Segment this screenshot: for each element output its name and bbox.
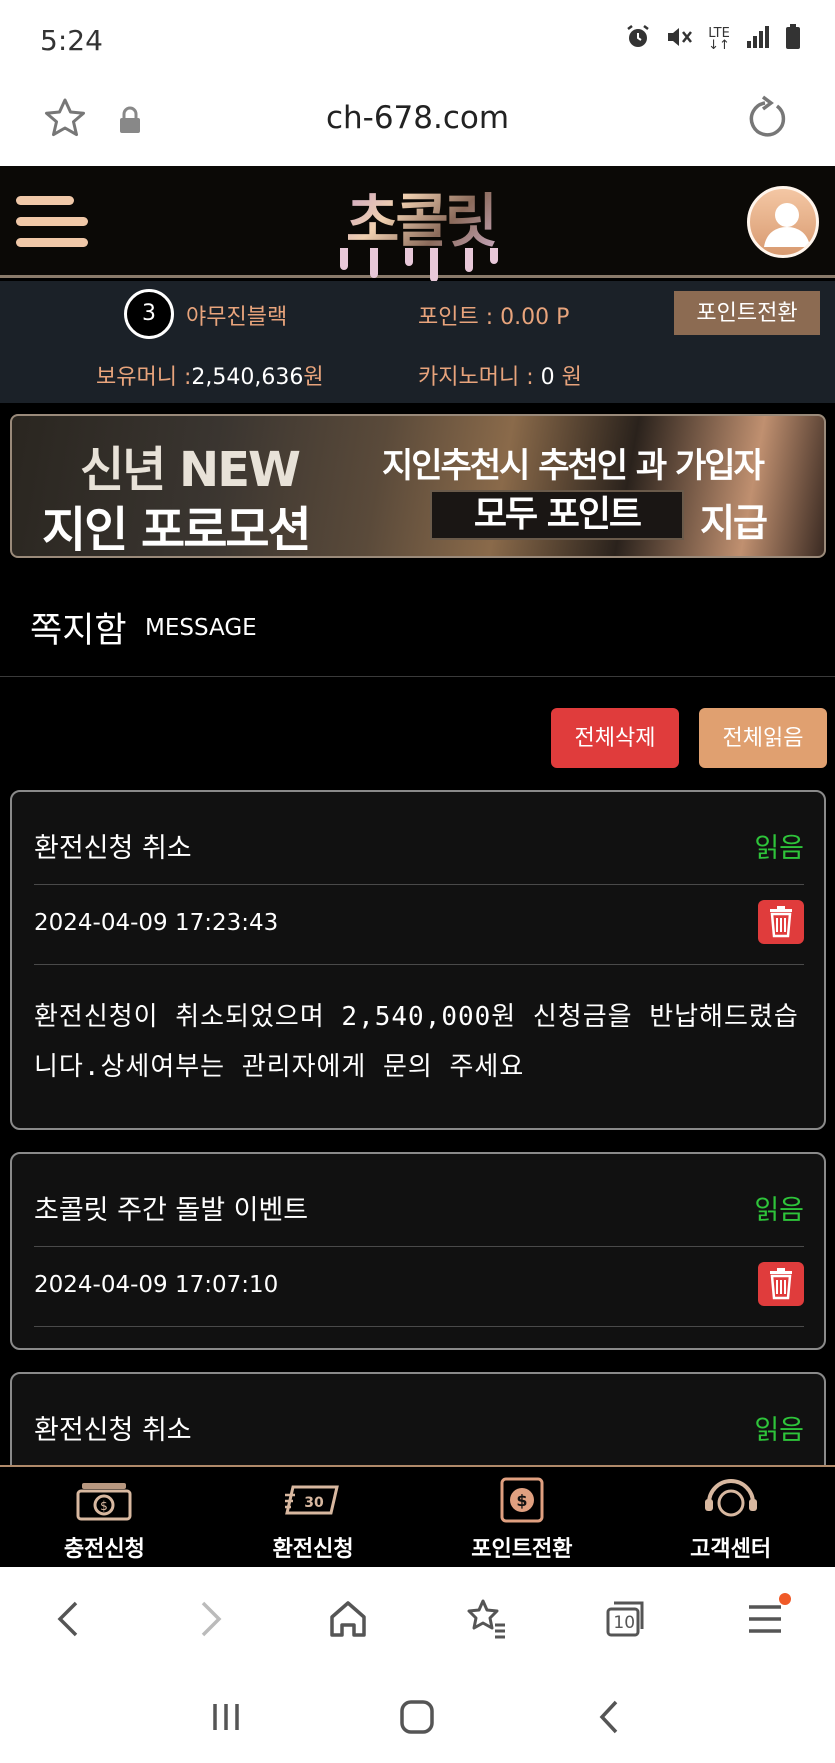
status-bar: 5:24 LTE ↓↑ — [0, 0, 835, 80]
message-read-status: 읽음 — [754, 1195, 804, 1226]
system-nav — [0, 1671, 835, 1763]
cash-stack-icon: $ — [76, 1483, 132, 1521]
signal-icon — [745, 25, 771, 55]
message-read-status: 읽음 — [754, 1415, 804, 1446]
user-level-badge: 3 — [124, 289, 174, 339]
lte-icon: LTE ↓↑ — [708, 26, 730, 53]
recent-apps-icon[interactable] — [201, 1692, 251, 1742]
forward-icon[interactable] — [179, 1589, 239, 1649]
reload-icon[interactable] — [741, 94, 791, 144]
trash-icon — [770, 1268, 792, 1300]
user-name: 야무진블랙 — [186, 305, 288, 330]
divider — [34, 1326, 804, 1327]
nav-customer-center[interactable]: 고객센터 — [626, 1467, 835, 1567]
divider — [0, 676, 835, 677]
back-icon[interactable] — [40, 1589, 100, 1649]
casino-money-display: 카지노머니 : 0 원 — [418, 359, 582, 391]
svg-text:30: 30 — [304, 1495, 324, 1511]
tab-count: 10 — [613, 1613, 636, 1633]
user-info-bar: 3 야무진블랙 포인트 : 0.00 P 포인트전환 보유머니 :2,540,6… — [0, 281, 835, 403]
battery-icon — [785, 24, 801, 56]
banner-line2: 지인 포로모션 — [42, 502, 312, 558]
site-header: 초콜릿 — [0, 166, 835, 282]
browser-menu-icon[interactable] — [735, 1589, 795, 1649]
nav-label: 환전신청 — [272, 1537, 354, 1562]
home-icon[interactable] — [318, 1589, 378, 1649]
browser-url-bar: ch-678.com — [0, 80, 835, 166]
alarm-icon — [625, 24, 651, 56]
nav-label: 고객센터 — [690, 1537, 772, 1562]
nav-deposit-request[interactable]: $ 충전신청 — [0, 1467, 209, 1567]
points-label: 포인트 : — [418, 305, 501, 330]
message-date: 2024-04-09 17:07:10 — [34, 1272, 279, 1298]
message-body: 환전신청이 취소되었으며 2,540,000원 신청금을 반납해드렸습니다.상세… — [34, 1002, 799, 1082]
casino-value: 0 — [540, 365, 555, 390]
message-title[interactable]: 초콜릿 주간 돌발 이벤트 — [34, 1188, 308, 1227]
bookmarks-icon[interactable] — [457, 1589, 517, 1649]
status-time: 5:24 — [40, 24, 103, 57]
browser-toolbar: 10 — [0, 1567, 835, 1671]
nav-point-convert[interactable]: $ 포인트전환 — [418, 1467, 627, 1567]
money-label: 보유머니 : — [96, 365, 192, 390]
user-avatar-icon[interactable] — [747, 186, 819, 258]
points-value: 0.00 P — [500, 305, 570, 330]
casino-unit: 원 — [554, 365, 582, 390]
status-icons: LTE ↓↑ — [625, 24, 801, 56]
money-value: 2,540,636 — [191, 365, 304, 390]
home-button-icon[interactable] — [392, 1692, 442, 1742]
lock-icon — [118, 106, 142, 134]
mute-icon — [665, 24, 693, 56]
page-subtitle: MESSAGE — [145, 615, 257, 641]
banner-right2: 모두 포인트 — [430, 490, 684, 540]
delete-message-button[interactable] — [758, 900, 804, 944]
divider — [34, 1246, 804, 1247]
divider — [34, 884, 804, 885]
system-back-icon[interactable] — [584, 1692, 634, 1742]
money-display: 보유머니 :2,540,636원 — [96, 359, 324, 391]
nav-label: 충전신청 — [63, 1537, 145, 1562]
message-title[interactable]: 환전신청 취소 — [34, 826, 192, 865]
point-convert-button[interactable]: 포인트전환 — [674, 291, 820, 335]
svg-text:$: $ — [516, 1491, 527, 1510]
message-title[interactable]: 환전신청 취소 — [34, 1408, 192, 1447]
banner-right3: 지급 — [700, 501, 768, 545]
message-card[interactable]: 초콜릿 주간 돌발 이벤트 읽음 2024-04-09 17:07:10 — [10, 1152, 826, 1350]
cash-exchange-icon: 30 — [285, 1485, 340, 1515]
message-read-status: 읽음 — [754, 833, 804, 864]
site-bottom-nav: $ 충전신청 30 환전신청 $ 포인트전환 고객센터 — [0, 1465, 835, 1567]
message-date: 2024-04-09 17:23:43 — [34, 910, 279, 936]
promo-banner[interactable]: 신년 NEW 지인 포로모션 지인추천시 추천인 과 가입자 모두 포인트 지급 — [10, 414, 826, 558]
menu-icon[interactable] — [16, 196, 88, 250]
points-display: 포인트 : 0.00 P — [418, 299, 569, 331]
delete-message-button[interactable] — [758, 1262, 804, 1306]
nav-withdraw-request[interactable]: 30 환전신청 — [209, 1467, 418, 1567]
casino-label: 카지노머니 : — [418, 365, 541, 390]
banner-right1: 지인추천시 추천인 과 가입자 — [382, 446, 765, 486]
divider — [34, 964, 804, 965]
bookmark-star-icon[interactable] — [42, 96, 88, 142]
nav-label: 포인트전환 — [471, 1537, 573, 1562]
money-unit: 원 — [303, 365, 324, 390]
trash-icon — [770, 906, 792, 938]
message-card[interactable]: 환전신청 취소 읽음 2024-04-09 17:23:43 환전신청이 취소되… — [10, 790, 826, 1130]
read-all-button[interactable]: 전체읽음 — [699, 708, 827, 768]
tabs-icon[interactable]: 10 — [596, 1589, 656, 1649]
headset-icon — [704, 1479, 757, 1517]
dollar-convert-icon: $ — [500, 1477, 544, 1523]
delete-all-button[interactable]: 전체삭제 — [551, 708, 679, 768]
page-title: 쪽지함 — [30, 611, 127, 651]
svg-text:$: $ — [101, 1499, 109, 1513]
